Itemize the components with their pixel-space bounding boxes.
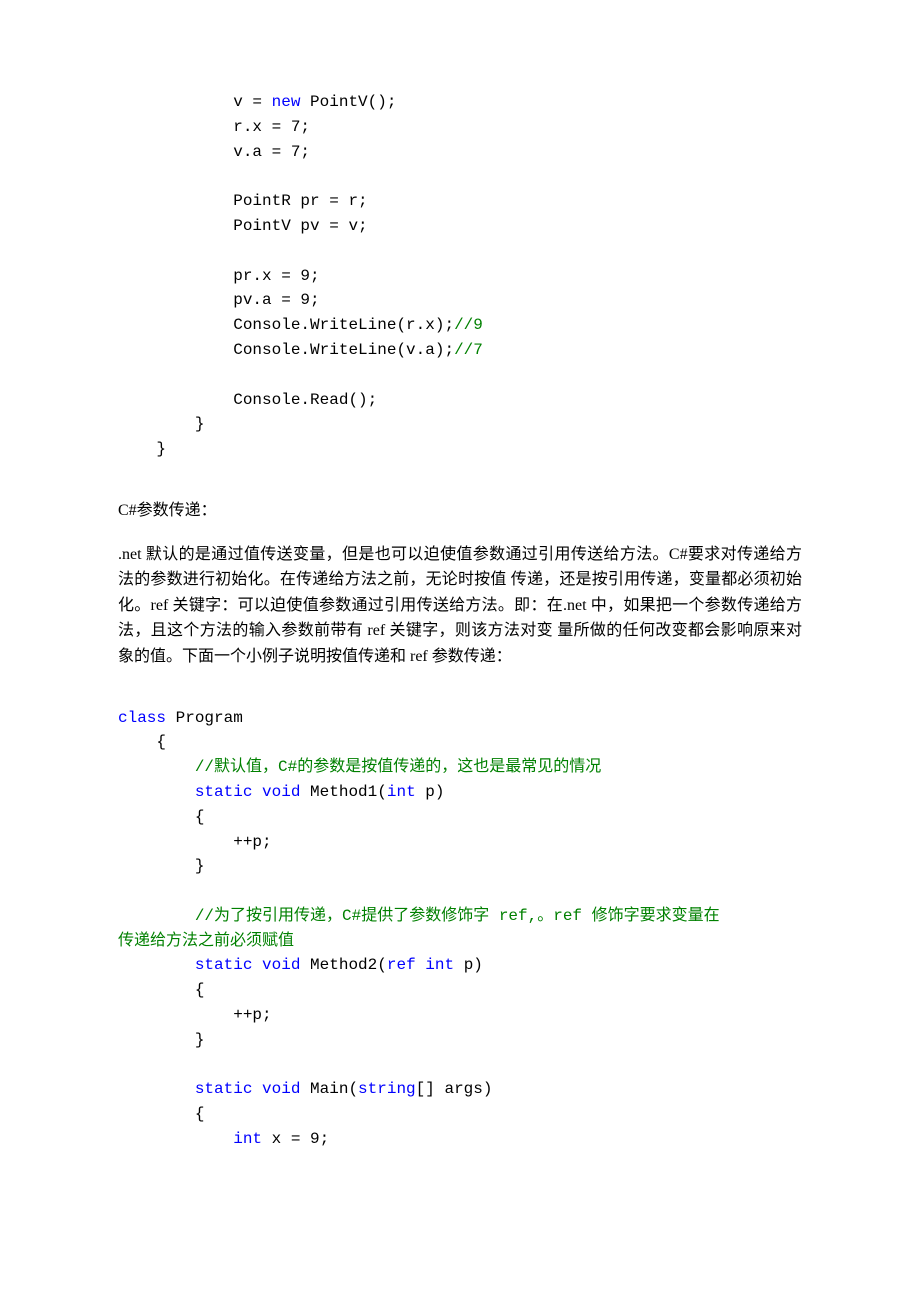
body-paragraph: .net 默认的是通过值传送变量，但是也可以迫使值参数通过引用传送给方法。C#要… [118, 542, 802, 670]
section-title: C#参数传递： [118, 498, 802, 524]
code-block-1: v = new PointV(); r.x = 7; v.a = 7; Poin… [118, 90, 802, 462]
code-block-2: class Program { //默认值，C#的参数是按值传递的，这也是最常见… [118, 706, 802, 1152]
